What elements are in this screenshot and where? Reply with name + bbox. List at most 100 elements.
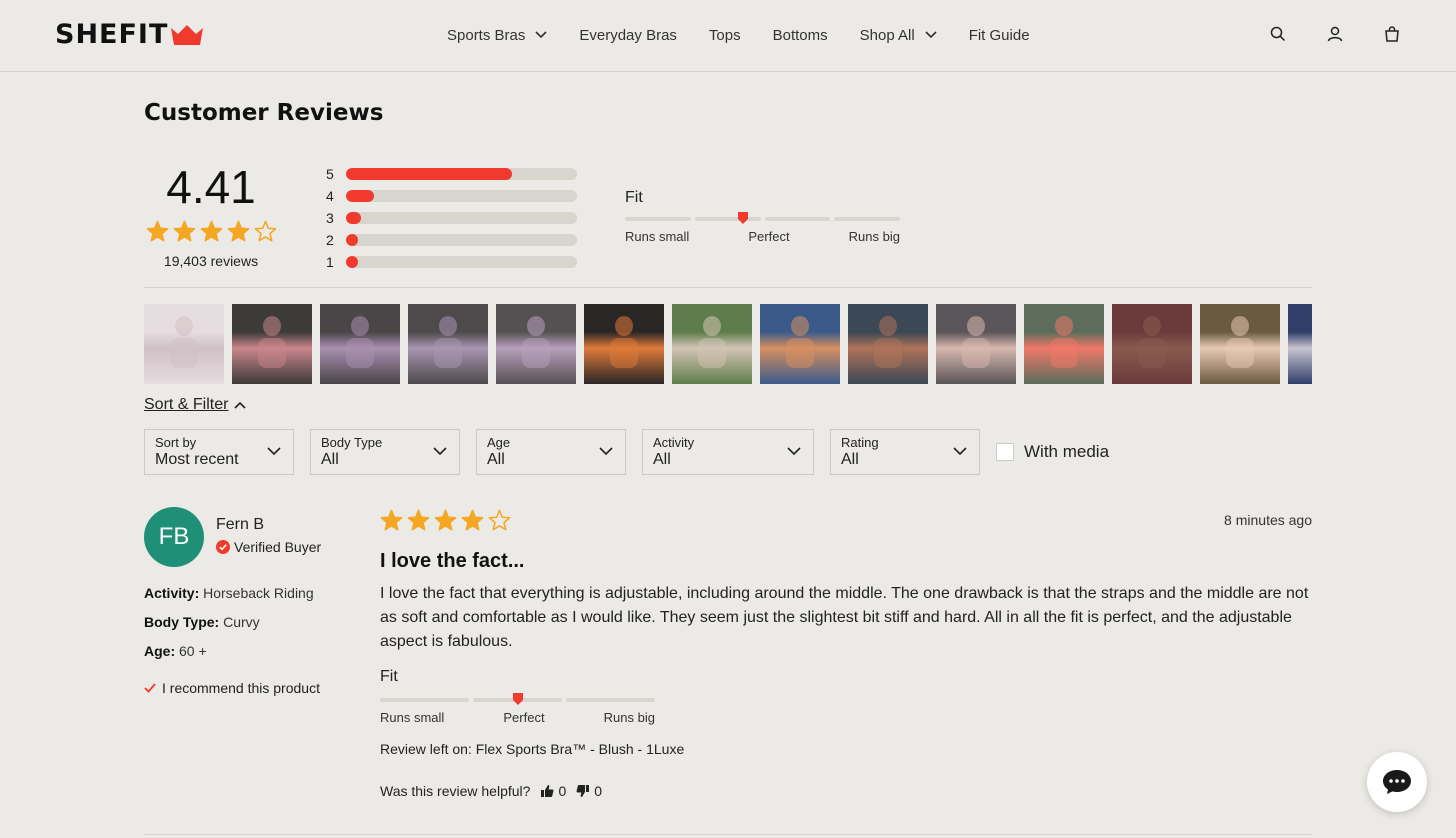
nav-shop-all[interactable]: Shop All [860, 27, 937, 44]
review-body: I love the fact that everything is adjus… [380, 585, 1309, 650]
review-media-thumbnail[interactable] [232, 304, 312, 384]
distribution-star-label: 5 [326, 166, 334, 182]
fit-marker-icon [737, 211, 749, 230]
distribution-star-label: 1 [326, 254, 334, 270]
distribution-row[interactable]: 4 [326, 185, 577, 207]
review-media-thumbnail[interactable] [760, 304, 840, 384]
review-media-thumbnail[interactable] [1200, 304, 1280, 384]
chevron-down-icon [953, 447, 967, 456]
divider [144, 287, 1312, 288]
distribution-fill [346, 256, 358, 268]
reviewer-body-type: Body Type: Curvy [144, 614, 260, 630]
distribution-fill [346, 234, 358, 246]
average-rating: 4.41 [166, 161, 256, 213]
fit-label-big: Runs big [603, 710, 655, 725]
review-fit-scale [380, 693, 655, 705]
fit-scale [625, 212, 900, 224]
star-filled-icon [461, 509, 484, 537]
search-icon[interactable] [1270, 26, 1286, 42]
helpful-label: Was this review helpful? [380, 783, 531, 799]
thumbs-up-icon [541, 785, 554, 797]
with-media-checkbox[interactable] [996, 443, 1014, 461]
cart-icon[interactable] [1384, 26, 1400, 42]
chevron-down-icon [787, 447, 801, 456]
star-filled-icon [173, 220, 196, 248]
fit-summary: Fit Runs small Perfect Runs big [625, 189, 900, 244]
distribution-fill [346, 212, 361, 224]
distribution-star-label: 2 [326, 232, 334, 248]
logo-wordmark: SHEFIT [55, 19, 169, 50]
review-media-thumbnail[interactable] [936, 304, 1016, 384]
thumbs-down-button[interactable]: 0 [576, 783, 602, 799]
review-product: Review left on: Flex Sports Bra™ - Blush… [380, 741, 685, 757]
review-media-thumbnail[interactable] [584, 304, 664, 384]
chevron-down-icon [599, 447, 613, 456]
nav-everyday-bras[interactable]: Everyday Bras [579, 27, 677, 44]
review-media-strip [144, 304, 1312, 384]
review-media-thumbnail[interactable] [1288, 304, 1312, 384]
activity-select[interactable]: Activity All [642, 429, 814, 475]
reviewer-activity: Activity: Horseback Riding [144, 585, 314, 601]
thumbs-up-button[interactable]: 0 [540, 783, 566, 799]
review-media-thumbnail[interactable] [144, 304, 224, 384]
reviewer-name: Fern B [216, 516, 265, 533]
fit-label-perfect: Perfect [503, 710, 545, 725]
age-select[interactable]: Age All [476, 429, 626, 475]
fit-label-big: Runs big [848, 229, 900, 244]
review-title: I love the fact... [380, 550, 525, 572]
site-header: SHEFIT Sports Bras Everyday Bras Tops Bo… [0, 0, 1456, 72]
sort-by-select[interactable]: Sort by Most recent [144, 429, 294, 475]
distribution-row[interactable]: 1 [326, 251, 577, 273]
fit-label-small: Runs small [380, 710, 445, 725]
review-date: 8 minutes ago [1224, 512, 1312, 528]
section-title: Customer Reviews [144, 100, 384, 126]
review-media-thumbnail[interactable] [320, 304, 400, 384]
nav-tops[interactable]: Tops [709, 27, 741, 44]
star-empty-icon [488, 509, 511, 537]
fit-title: Fit [625, 189, 643, 206]
review-media-thumbnail[interactable] [496, 304, 576, 384]
review-count: 19,403 reviews [163, 253, 259, 269]
sort-filter-toggle[interactable]: Sort & Filter [144, 396, 247, 414]
review-fit-title: Fit [380, 668, 398, 685]
chevron-down-icon [535, 31, 547, 39]
filter-bar: Sort by Most recent Body Type All Age Al… [144, 429, 1109, 475]
distribution-bar [346, 168, 577, 180]
distribution-row[interactable]: 3 [326, 207, 577, 229]
verified-badge: Verified Buyer [216, 539, 321, 555]
nav-fit-guide[interactable]: Fit Guide [969, 27, 1030, 44]
review-media-thumbnail[interactable] [1112, 304, 1192, 384]
review-fit: Fit Runs small Perfect Runs big [380, 668, 655, 725]
nav-sports-bras[interactable]: Sports Bras [447, 27, 547, 44]
star-filled-icon [380, 509, 403, 537]
distribution-row[interactable]: 2 [326, 229, 577, 251]
chat-button[interactable] [1367, 752, 1427, 812]
average-stars [146, 220, 277, 248]
review-media-thumbnail[interactable] [408, 304, 488, 384]
with-media-filter[interactable]: With media [996, 442, 1109, 462]
distribution-star-label: 4 [326, 188, 334, 204]
rating-select[interactable]: Rating All [830, 429, 980, 475]
reviewer-age: Age: 60 + [144, 643, 207, 659]
distribution-row[interactable]: 5 [326, 163, 577, 185]
avatar: FB [144, 507, 204, 567]
distribution-fill [346, 168, 513, 180]
crown-icon [171, 25, 204, 45]
checkmark-icon [144, 683, 156, 693]
shefit-logo[interactable]: SHEFIT [55, 19, 204, 50]
distribution-bar [346, 234, 577, 246]
review-media-thumbnail[interactable] [848, 304, 928, 384]
star-filled-icon [407, 509, 430, 537]
fit-marker-icon [512, 692, 524, 711]
review-media-thumbnail[interactable] [1024, 304, 1104, 384]
helpful-votes: Was this review helpful? 0 0 [380, 783, 602, 799]
chevron-down-icon [925, 31, 937, 39]
with-media-label: With media [1024, 442, 1110, 461]
review-media-thumbnail[interactable] [672, 304, 752, 384]
account-icon[interactable] [1327, 26, 1343, 42]
chevron-up-icon [234, 401, 247, 409]
star-filled-icon [146, 220, 169, 248]
nav-bottoms[interactable]: Bottoms [773, 27, 828, 44]
star-empty-icon [254, 220, 277, 248]
body-type-select[interactable]: Body Type All [310, 429, 460, 475]
